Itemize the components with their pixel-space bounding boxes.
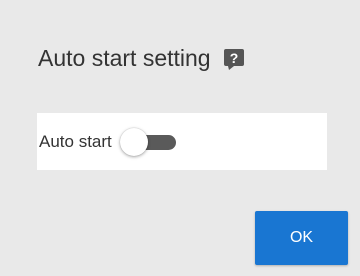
toggle-knob <box>119 127 148 156</box>
help-icon-glyph: ? <box>223 49 244 70</box>
ok-button[interactable]: OK <box>255 211 348 265</box>
auto-start-dialog: Auto start setting ? Auto start OK <box>0 0 360 276</box>
auto-start-label: Auto start <box>39 131 112 151</box>
svg-text:?: ? <box>229 50 238 66</box>
auto-start-panel: Auto start <box>37 113 327 170</box>
auto-start-row: Auto start <box>37 113 178 170</box>
dialog-title: Auto start setting <box>38 44 211 71</box>
auto-start-toggle[interactable] <box>119 127 178 157</box>
help-icon[interactable]: ? <box>223 48 245 70</box>
dialog-header: Auto start setting ? <box>38 40 245 76</box>
